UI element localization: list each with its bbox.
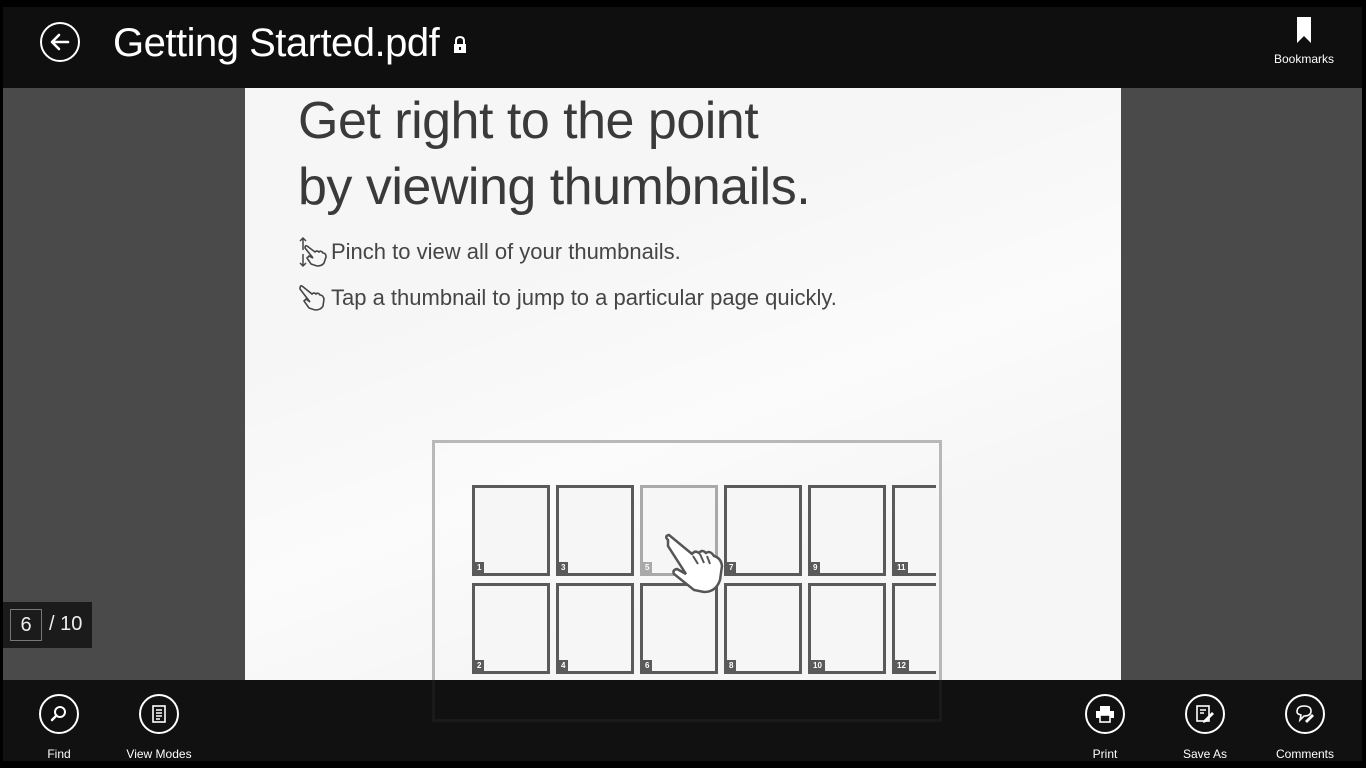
- page-heading: Get right to the point by viewing thumbn…: [298, 88, 811, 220]
- top-app-bar: Getting Started.pdf Bookmarks: [3, 7, 1362, 88]
- print-label: Print: [1092, 747, 1118, 761]
- page-thumbnail[interactable]: 6: [640, 583, 718, 674]
- thumbnail-number: 6: [643, 660, 653, 671]
- find-circle: [39, 694, 79, 734]
- thumbnail-number: 11: [895, 562, 909, 573]
- comments-label: Comments: [1275, 747, 1334, 761]
- comments-circle: [1285, 694, 1325, 734]
- find-button[interactable]: Find: [14, 694, 104, 761]
- search-icon: [50, 706, 66, 722]
- save-as-button[interactable]: Save As: [1160, 694, 1250, 761]
- page-thumbnail[interactable]: 2: [472, 583, 550, 674]
- canvas-left: [3, 88, 245, 680]
- thumbnail-number: 3: [559, 562, 569, 573]
- page-thumbnail[interactable]: 8: [724, 583, 802, 674]
- thumbnail-number: 10: [811, 660, 825, 671]
- bookmark-icon: [1297, 17, 1311, 43]
- page-thumbnail[interactable]: 9: [808, 485, 886, 576]
- total-pages: / 10: [49, 613, 83, 635]
- find-label: Find: [47, 747, 71, 761]
- page-indicator[interactable]: 6 / 10: [3, 602, 92, 648]
- print-circle: [1085, 694, 1125, 734]
- page-thumbnail[interactable]: 12: [892, 583, 936, 674]
- thumbnail-number: 12: [895, 660, 909, 671]
- heading-line-1: Get right to the point: [298, 92, 759, 150]
- lock-icon: [454, 36, 466, 53]
- bookmarks-button[interactable]: Bookmarks: [1246, 17, 1362, 66]
- thumbnail-number: 2: [475, 660, 485, 671]
- view-modes-label: View Modes: [126, 747, 192, 761]
- view-modes-circle: [139, 694, 179, 734]
- document-title: Getting Started.pdf: [113, 21, 440, 65]
- save-as-label: Save As: [1182, 747, 1228, 761]
- thumbnail-number: 8: [727, 660, 737, 671]
- pointer-hand-icon: [665, 533, 724, 594]
- pinch-hand-icon: [299, 236, 327, 268]
- page-thumbnail[interactable]: 1: [472, 485, 550, 576]
- page-thumbnail[interactable]: 7: [724, 485, 802, 576]
- thumbnail-number: 5: [643, 562, 653, 573]
- tap-hand-icon: [299, 285, 325, 311]
- comments-button[interactable]: Comments: [1260, 694, 1350, 761]
- page-thumbnail[interactable]: 11: [892, 485, 936, 576]
- bottom-app-bar: Find View Modes Print Save As Comments: [3, 680, 1362, 761]
- save-as-circle: [1185, 694, 1225, 734]
- current-page-number[interactable]: 6: [10, 609, 42, 641]
- back-arrow-icon: [50, 33, 70, 51]
- canvas-right: [1121, 88, 1362, 680]
- bullet-tap: Tap a thumbnail to jump to a particular …: [297, 282, 837, 314]
- printer-icon: [1096, 706, 1114, 723]
- bookmarks-label: Bookmarks: [1273, 52, 1335, 66]
- view-modes-button[interactable]: View Modes: [114, 694, 204, 761]
- comment-icon: [1296, 705, 1314, 723]
- page-thumbnail[interactable]: 3: [556, 485, 634, 576]
- thumbnail-number: 9: [811, 562, 821, 573]
- thumbnail-number: 4: [559, 660, 569, 671]
- back-button[interactable]: [40, 22, 80, 62]
- document-view-icon: [152, 705, 166, 723]
- save-as-icon: [1196, 705, 1214, 723]
- bullet-text: Pinch to view all of your thumbnails.: [331, 239, 681, 264]
- page-thumbnail[interactable]: 4: [556, 583, 634, 674]
- print-button[interactable]: Print: [1060, 694, 1150, 761]
- heading-line-2: by viewing thumbnails.: [298, 158, 811, 216]
- bullet-text: Tap a thumbnail to jump to a particular …: [331, 285, 837, 310]
- thumbnail-number: 1: [475, 562, 485, 573]
- page-thumbnail[interactable]: 10: [808, 583, 886, 674]
- bullet-pinch: Pinch to view all of your thumbnails.: [297, 236, 681, 268]
